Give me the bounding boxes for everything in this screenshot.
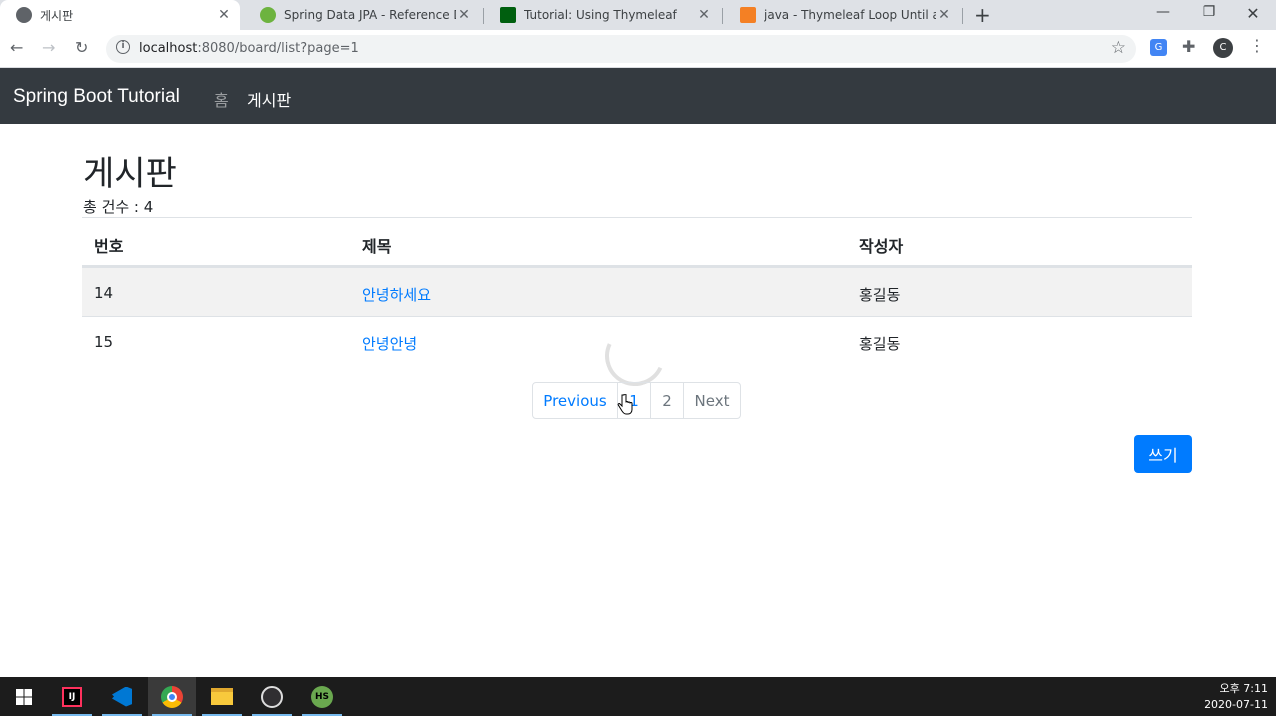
clock-time: 오후 7:11 bbox=[1219, 682, 1268, 695]
write-button[interactable]: 쓰기 bbox=[1134, 435, 1192, 473]
intellij-icon[interactable]: IJ bbox=[48, 677, 96, 716]
thymeleaf-icon bbox=[500, 7, 516, 23]
post-title-link[interactable]: 안녕하세요 bbox=[362, 284, 431, 305]
post-title-link[interactable]: 안녕안녕 bbox=[362, 333, 417, 354]
row-writer: 홍길동 bbox=[859, 335, 901, 353]
address-bar[interactable]: i localhost:8080/board/list?page=1 ☆ bbox=[106, 35, 1136, 63]
heidisql-icon[interactable]: HS bbox=[298, 677, 346, 716]
url-host: localhost bbox=[139, 41, 198, 56]
menu-icon[interactable]: ⋮ bbox=[1249, 36, 1265, 55]
table-header: 번호 제목 작성자 bbox=[82, 217, 1192, 267]
close-icon[interactable]: ✕ bbox=[696, 7, 712, 23]
spring-icon bbox=[260, 7, 276, 23]
clock-date: 2020-07-11 bbox=[1204, 698, 1268, 711]
tab-title: Spring Data JPA - Reference Do bbox=[284, 8, 456, 22]
tab-spring-data[interactable]: Spring Data JPA - Reference Do ✕ bbox=[244, 0, 480, 30]
tab-thymeleaf[interactable]: Tutorial: Using Thymeleaf ✕ bbox=[484, 0, 720, 30]
column-header-writer: 작성자 bbox=[859, 237, 904, 256]
tab-board[interactable]: 게시판 ✕ bbox=[0, 0, 240, 30]
row-writer: 홍길동 bbox=[859, 286, 901, 304]
forward-icon[interactable]: → bbox=[42, 38, 55, 57]
tab-title: java - Thymeleaf Loop Until a N bbox=[764, 8, 936, 22]
restore-icon[interactable]: ❐ bbox=[1186, 4, 1232, 20]
tab-separator bbox=[722, 8, 723, 24]
translate-icon[interactable]: G bbox=[1150, 39, 1167, 56]
tab-stackoverflow[interactable]: java - Thymeleaf Loop Until a N ✕ bbox=[724, 0, 960, 30]
extensions-icon[interactable]: ✚ bbox=[1182, 37, 1195, 56]
file-explorer-icon[interactable] bbox=[198, 677, 246, 716]
tab-title: 게시판 bbox=[40, 8, 74, 23]
back-icon[interactable]: ← bbox=[10, 38, 23, 57]
nav-home[interactable]: 홈 bbox=[214, 87, 229, 111]
column-header-no: 번호 bbox=[94, 237, 124, 256]
info-icon[interactable]: i bbox=[116, 40, 130, 54]
stackoverflow-icon bbox=[740, 7, 756, 23]
url-path: :8080/board/list?page=1 bbox=[197, 41, 359, 56]
url-text[interactable]: localhost:8080/board/list?page=1 bbox=[139, 41, 359, 56]
close-icon[interactable]: ✕ bbox=[456, 7, 472, 23]
nav-board[interactable]: 게시판 bbox=[247, 87, 291, 111]
column-header-title: 제목 bbox=[362, 237, 392, 256]
windows-start-icon[interactable] bbox=[0, 677, 48, 716]
tab-strip: 게시판 ✕ Spring Data JPA - Reference Do ✕ T… bbox=[0, 0, 1276, 30]
pagination: Previous 1 2 Next bbox=[532, 382, 741, 419]
tab-title: Tutorial: Using Thymeleaf bbox=[524, 8, 677, 22]
window-close-icon[interactable]: ✕ bbox=[1230, 4, 1276, 23]
reload-icon[interactable]: ↻ bbox=[75, 38, 88, 57]
new-tab-icon[interactable]: + bbox=[974, 3, 991, 27]
globe-icon bbox=[16, 7, 32, 23]
hand-cursor-icon bbox=[617, 394, 633, 415]
navbar-brand[interactable]: Spring Boot Tutorial bbox=[13, 86, 180, 108]
page-next[interactable]: Next bbox=[683, 382, 741, 419]
system-clock[interactable]: 오후 7:11 2020-07-11 bbox=[1204, 681, 1268, 713]
close-icon[interactable]: ✕ bbox=[216, 7, 232, 23]
page-title: 게시판 bbox=[83, 154, 177, 194]
obs-icon[interactable] bbox=[248, 677, 296, 716]
site-navbar: Spring Boot Tutorial 홈 게시판 bbox=[0, 68, 1276, 124]
close-icon[interactable]: ✕ bbox=[936, 7, 952, 23]
page-2[interactable]: 2 bbox=[650, 382, 684, 419]
profile-avatar[interactable]: C bbox=[1213, 38, 1233, 58]
browser-toolbar: ← → ↻ i localhost:8080/board/list?page=1… bbox=[0, 30, 1276, 68]
row-no: 14 bbox=[94, 284, 114, 302]
vscode-icon[interactable] bbox=[98, 677, 146, 716]
row-no: 15 bbox=[94, 333, 114, 351]
chrome-icon[interactable] bbox=[148, 677, 196, 716]
tab-separator bbox=[962, 8, 963, 24]
total-count: 총 건수 : 4 bbox=[83, 198, 154, 216]
taskbar: IJ HS 오후 7:11 2020-07-11 bbox=[0, 677, 1276, 716]
page-previous[interactable]: Previous bbox=[532, 382, 618, 419]
bookmark-star-icon[interactable]: ☆ bbox=[1111, 38, 1126, 58]
minimize-icon[interactable]: — bbox=[1140, 4, 1186, 20]
table-row: 14 안녕하세요 홍길동 bbox=[82, 267, 1192, 316]
